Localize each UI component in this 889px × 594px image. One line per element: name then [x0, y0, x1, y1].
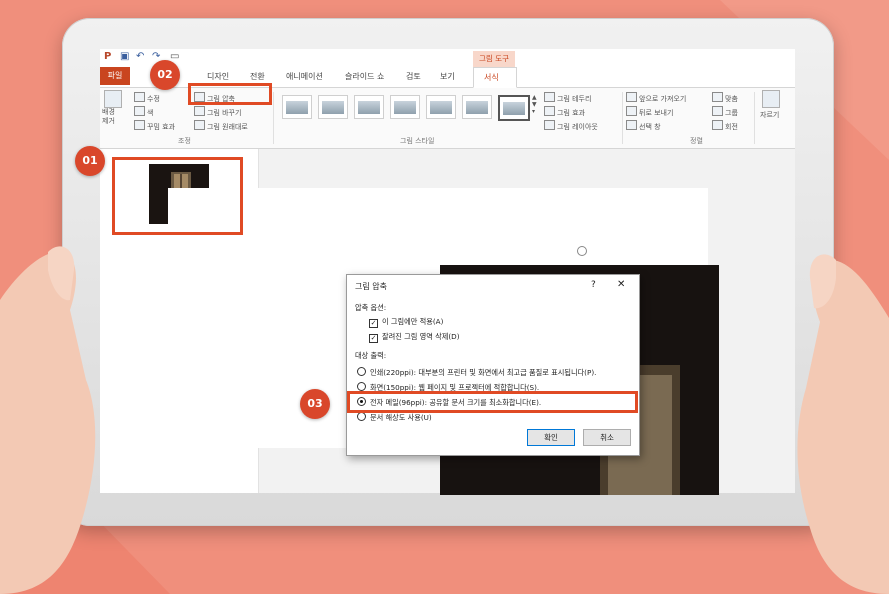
ribbon-divider — [622, 92, 623, 144]
ribbon-divider — [754, 92, 755, 144]
picture-styles-group-label: 그림 스타일 — [400, 137, 435, 145]
rotate-icon — [712, 120, 723, 130]
picture-border-icon — [544, 92, 555, 102]
powerpoint-logo-icon: P — [104, 51, 112, 62]
picture-style-2[interactable] — [318, 95, 348, 119]
change-picture-icon — [194, 106, 205, 116]
styles-gallery-scroll-icon[interactable]: ▲ ▼ ▾ — [532, 94, 537, 115]
callout-badge-3: 03 — [300, 389, 330, 419]
group-button[interactable]: 그룹 — [725, 109, 738, 117]
left-hand — [0, 246, 96, 594]
apply-only-label: 이 그림에만 적용(A) — [382, 317, 444, 326]
selection-pane-button[interactable]: 선택 창 — [639, 123, 661, 131]
picture-style-3[interactable] — [354, 95, 384, 119]
remove-background-icon — [104, 90, 122, 108]
document-resolution-radio[interactable] — [357, 412, 366, 421]
picture-effects-button[interactable]: 그림 효과 — [557, 109, 585, 117]
arrange-group-label: 정렬 — [690, 137, 703, 145]
highlight-compress-button — [188, 83, 272, 105]
delete-cropped-label: 잘려진 그림 영역 삭제(D) — [382, 332, 460, 341]
tab-animations[interactable]: 애니메이션 — [286, 71, 323, 82]
tab-transitions[interactable]: 전환 — [250, 71, 265, 82]
print-radio[interactable] — [357, 367, 366, 376]
picture-style-1[interactable] — [282, 95, 312, 119]
compress-pictures-dialog: 그림 압축 ? ✕ 압축 옵션: ✓ 이 그림에만 적용(A) ✓ 잘려진 그림 영… — [346, 274, 640, 456]
align-icon — [712, 92, 723, 102]
crop-button[interactable]: 자르기 — [760, 110, 779, 120]
tab-view[interactable]: 보기 — [440, 71, 455, 82]
highlight-slide-thumbnail — [112, 157, 243, 235]
picture-border-button[interactable]: 그림 테두리 — [557, 95, 591, 103]
crop-icon — [762, 90, 780, 108]
change-picture-button[interactable]: 그림 바꾸기 — [207, 109, 241, 117]
ok-button[interactable]: 확인 — [527, 429, 575, 446]
send-backward-button[interactable]: 뒤로 보내기 — [639, 109, 673, 117]
right-hand — [797, 254, 889, 594]
rotate-button[interactable]: 회전 — [725, 123, 738, 131]
reset-picture-icon — [194, 120, 205, 130]
artistic-effects-button[interactable]: 꾸밈 효과 — [147, 123, 175, 131]
remove-background-button[interactable]: 배경 제거 — [102, 108, 115, 126]
compression-options-heading: 압축 옵션: — [355, 303, 387, 312]
close-button[interactable]: ✕ — [617, 279, 625, 290]
picture-style-7[interactable] — [498, 95, 530, 121]
color-button[interactable]: 색 — [147, 109, 153, 117]
target-output-heading: 대상 출력: — [355, 351, 387, 360]
quick-access-toolbar: P ▣ ↶ ↷ ▭ 그림 도구 — [100, 49, 795, 67]
document-resolution-label: 문서 해상도 사용(U) — [370, 413, 432, 422]
corrections-button[interactable]: 수정 — [147, 95, 160, 103]
save-icon[interactable]: ▣ — [120, 51, 129, 62]
bring-forward-button[interactable]: 앞으로 가져오기 — [639, 95, 686, 103]
picture-tools-header: 그림 도구 — [473, 51, 515, 67]
callout-badge-1: 01 — [75, 146, 105, 176]
screen-radio[interactable] — [357, 382, 366, 391]
callout-badge-2: 02 — [150, 60, 180, 90]
presenter-icon[interactable]: ▭ — [170, 51, 179, 62]
undo-icon[interactable]: ↶ — [136, 51, 144, 62]
picture-layout-icon — [544, 120, 555, 130]
corrections-icon — [134, 92, 145, 102]
picture-style-5[interactable] — [426, 95, 456, 119]
tab-slideshow[interactable]: 슬라이드 쇼 — [345, 71, 384, 82]
tab-file[interactable]: 파일 — [100, 67, 130, 85]
help-button[interactable]: ? — [591, 280, 596, 290]
adjust-group-label: 조정 — [178, 137, 191, 145]
highlight-email-option — [347, 391, 638, 413]
ribbon-divider — [273, 92, 274, 144]
selection-pane-icon — [626, 120, 637, 130]
print-label: 인쇄(220ppi): 대부분의 프린터 및 화면에서 최고급 품질로 표시됩니… — [370, 368, 597, 377]
picture-effects-icon — [544, 106, 555, 116]
tab-review[interactable]: 검토 — [406, 71, 421, 82]
tab-format[interactable]: 서식 — [473, 67, 517, 88]
tab-design[interactable]: 디자인 — [207, 71, 229, 82]
group-icon — [712, 106, 723, 116]
rotate-handle-icon[interactable] — [577, 246, 587, 256]
cancel-button[interactable]: 취소 — [583, 429, 631, 446]
artistic-effects-icon — [134, 120, 145, 130]
picture-style-4[interactable] — [390, 95, 420, 119]
send-backward-icon — [626, 106, 637, 116]
bring-forward-icon — [626, 92, 637, 102]
dialog-title: 그림 압축 — [355, 282, 387, 291]
color-icon — [134, 106, 145, 116]
picture-layout-button[interactable]: 그림 레이아웃 — [557, 123, 598, 131]
delete-cropped-checkbox[interactable]: ✓ — [369, 334, 378, 343]
reset-picture-button[interactable]: 그림 원래대로 — [207, 123, 248, 131]
picture-style-6[interactable] — [462, 95, 492, 119]
apply-only-checkbox[interactable]: ✓ — [369, 319, 378, 328]
align-button[interactable]: 맞춤 — [725, 95, 738, 103]
